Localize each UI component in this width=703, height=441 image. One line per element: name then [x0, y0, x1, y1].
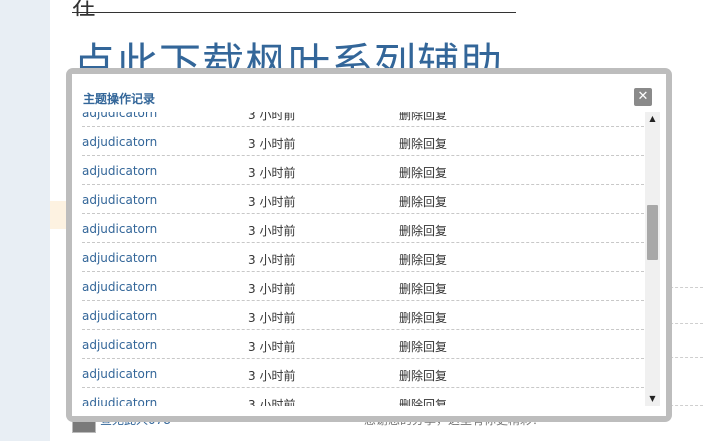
log-time: 3 小时前	[248, 311, 296, 325]
log-user-link[interactable]: adjudicatorn	[82, 309, 157, 323]
log-user-link[interactable]: adjudicatorn	[82, 222, 157, 236]
log-row: adjudicatorn 3 小时前 删除回复	[82, 301, 644, 330]
log-user-link[interactable]: adjudicatorn	[82, 112, 157, 120]
log-user-link[interactable]: adjudicatorn	[82, 135, 157, 149]
heading-fragment: 在	[72, 0, 96, 20]
log-row: adjudicatorn 3 小时前 删除回复	[82, 272, 644, 301]
thread-operation-log-dialog: 主题操作记录 ✕ adjudicatorn 3 小时前 删除回复 adjudicato…	[72, 74, 666, 416]
heading-underline: 在	[72, 0, 516, 20]
log-action: 删除回复	[399, 112, 448, 122]
log-user-link[interactable]: adjudicatorn	[82, 338, 157, 352]
log-action: 删除回复	[399, 195, 448, 209]
log-action: 删除回复	[399, 398, 448, 406]
log-action: 删除回复	[399, 253, 448, 267]
dialog-title: 主题操作记录	[83, 92, 156, 106]
log-time: 3 小时前	[248, 282, 296, 296]
log-row: adjudicatorn 3 小时前 删除回复	[82, 214, 644, 243]
log-list-inner: adjudicatorn 3 小时前 删除回复 adjudicatorn 3 小时前 删除…	[82, 112, 644, 406]
log-user-link[interactable]: adjudicatorn	[82, 164, 157, 178]
log-action: 删除回复	[399, 166, 448, 180]
scroll-down-arrow-icon[interactable]: ▼	[645, 392, 660, 406]
log-row: adjudicatorn 3 小时前 删除回复	[82, 330, 644, 359]
log-row: adjudicatorn 3 小时前 删除回复	[82, 112, 644, 127]
log-list[interactable]: adjudicatorn 3 小时前 删除回复 adjudicatorn 3 小时前 删除…	[82, 112, 644, 406]
log-action: 删除回复	[399, 137, 448, 151]
log-action: 删除回复	[399, 311, 448, 325]
log-user-link[interactable]: adjudicatorn	[82, 280, 157, 294]
log-time: 3 小时前	[248, 369, 296, 383]
log-user-link[interactable]: adjudicatorn	[82, 193, 157, 207]
log-row: adjudicatorn 3 小时前 删除回复	[82, 388, 644, 406]
log-time: 3 小时前	[248, 340, 296, 354]
left-sidebar-strip	[0, 0, 50, 441]
log-action: 删除回复	[399, 282, 448, 296]
log-action: 删除回复	[399, 369, 448, 383]
log-row: adjudicatorn 3 小时前 删除回复	[82, 359, 644, 388]
log-user-link[interactable]: adjudicatorn	[82, 251, 157, 265]
close-icon[interactable]: ✕	[634, 88, 652, 106]
scroll-thumb[interactable]	[647, 205, 658, 260]
log-time: 3 小时前	[248, 195, 296, 209]
log-time: 3 小时前	[248, 166, 296, 180]
log-time: 3 小时前	[248, 112, 296, 122]
log-time: 3 小时前	[248, 224, 296, 238]
log-time: 3 小时前	[248, 398, 296, 406]
log-row: adjudicatorn 3 小时前 删除回复	[82, 185, 644, 214]
log-action: 删除回复	[399, 224, 448, 238]
modal-frame: 主题操作记录 ✕ adjudicatorn 3 小时前 删除回复 adjudicato…	[66, 68, 672, 422]
log-user-link[interactable]: adjudicatorn	[82, 396, 157, 406]
log-row: adjudicatorn 3 小时前 删除回复	[82, 127, 644, 156]
log-time: 3 小时前	[248, 137, 296, 151]
log-action: 删除回复	[399, 340, 448, 354]
log-time: 3 小时前	[248, 253, 296, 267]
log-user-link[interactable]: adjudicatorn	[82, 367, 157, 381]
log-row: adjudicatorn 3 小时前 删除回复	[82, 156, 644, 185]
scroll-up-arrow-icon[interactable]: ▲	[645, 112, 660, 126]
scrollbar[interactable]: ▲ ▼	[645, 112, 660, 406]
log-row: adjudicatorn 3 小时前 删除回复	[82, 243, 644, 272]
